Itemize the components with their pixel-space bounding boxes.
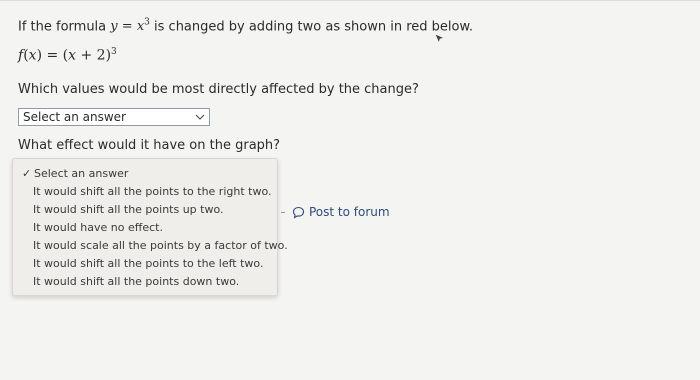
- chevron-down-icon: [195, 114, 205, 120]
- dropdown-option[interactable]: It would shift all the points up two.: [33, 203, 224, 216]
- post-to-forum-label: Post to forum: [309, 205, 390, 219]
- answer-dropdown-graph[interactable]: ✓ Select an answer It would shift all the…: [12, 158, 288, 296]
- mouse-cursor-icon: [434, 33, 445, 44]
- dropdown-option[interactable]: It would have no effect.: [33, 221, 163, 234]
- divider-dash: [281, 212, 285, 213]
- speech-bubble-icon: [292, 206, 305, 219]
- checkmark-icon: ✓: [22, 167, 32, 180]
- modified-formula: f(x) = (x + 2)3: [18, 47, 117, 64]
- dropdown-option[interactable]: It would scale all the points by a facto…: [33, 239, 288, 252]
- dropdown-option[interactable]: It would shift all the points to the lef…: [33, 257, 263, 270]
- post-to-forum-link[interactable]: Post to forum: [292, 205, 390, 219]
- dropdown-option[interactable]: It would shift all the points down two.: [33, 275, 239, 288]
- formula-inline: y = x3: [110, 18, 150, 35]
- dropdown-option-selected[interactable]: ✓ Select an answer: [22, 167, 128, 180]
- top-divider: [0, 0, 700, 1]
- prompt-affected-values: Which values would be most directly affe…: [18, 82, 419, 97]
- dropdown-option[interactable]: It would shift all the points to the rig…: [33, 185, 272, 198]
- question-text: If the formula y = x3 is changed by addi…: [18, 18, 474, 35]
- select-value: Select an answer: [23, 110, 126, 124]
- prompt-graph-effect: What effect would it have on the graph?: [18, 138, 281, 153]
- answer-select-values[interactable]: Select an answer: [18, 108, 210, 126]
